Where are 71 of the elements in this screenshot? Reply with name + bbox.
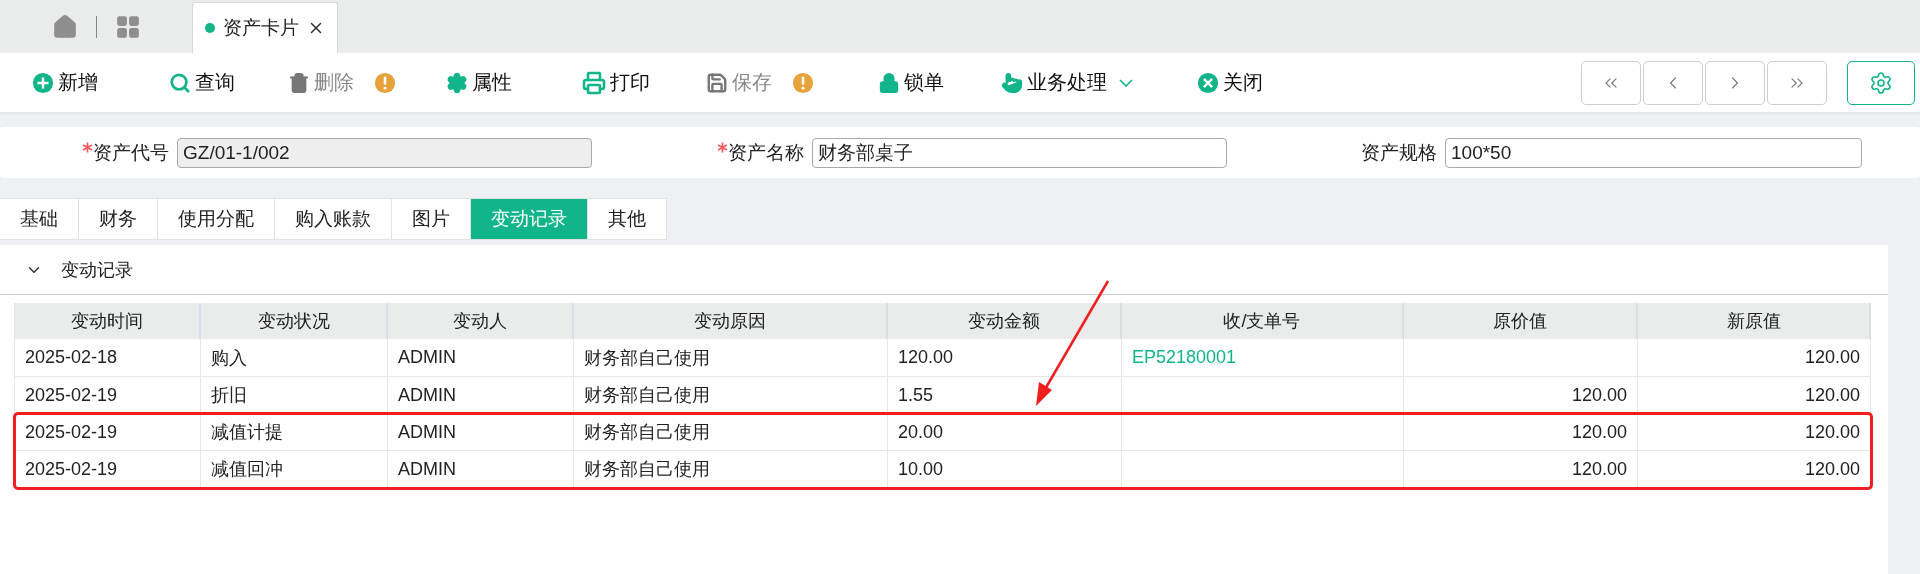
table-cell: 10.00 <box>888 451 1122 488</box>
status-dot <box>205 23 215 33</box>
table-cell: 2025-02-19 <box>15 377 201 414</box>
table-cell: 120.00 <box>1638 451 1871 488</box>
text-field[interactable]: GZ/01-1/002 <box>177 137 592 168</box>
table-cell: 120.00 <box>1638 377 1871 414</box>
column-header: 变动金额 <box>888 303 1122 339</box>
props-button[interactable]: 属性 <box>444 65 514 100</box>
tab[interactable]: 购入账款 <box>274 198 392 240</box>
column-header: 原价值 <box>1404 303 1638 339</box>
save-icon <box>706 71 728 94</box>
table-cell: 财务部自己使用 <box>574 414 888 451</box>
table-cell: 财务部自己使用 <box>574 339 888 377</box>
table-cell: 120.00 <box>1404 451 1638 488</box>
lock-button[interactable]: 锁单 <box>876 65 946 100</box>
previous-button[interactable] <box>1643 60 1703 105</box>
search-button[interactable]: 查询 <box>167 65 237 100</box>
add-button[interactable]: 新增 <box>30 65 100 100</box>
table-cell: 购入 <box>201 339 388 377</box>
tab[interactable]: 基础 <box>0 198 79 240</box>
page-tab[interactable]: 资产卡片 <box>192 2 338 53</box>
text-field[interactable]: 财务部桌子 <box>812 137 1227 168</box>
printer-icon <box>582 70 606 95</box>
table-cell: 财务部自己使用 <box>574 377 888 414</box>
tab[interactable]: 财务 <box>78 198 158 240</box>
plus-circle-icon <box>32 71 54 94</box>
table-cell: 减值回冲 <box>201 451 388 488</box>
section-title: 变动记录 <box>61 258 133 282</box>
table-cell: 20.00 <box>888 414 1122 451</box>
home-icon <box>52 13 78 40</box>
tab[interactable]: 其他 <box>587 198 667 240</box>
table-cell: 120.00 <box>1638 414 1871 451</box>
table-cell: 2025-02-19 <box>15 414 201 451</box>
hand-pointer-icon <box>1001 71 1023 94</box>
table-cell: 财务部自己使用 <box>574 451 888 488</box>
table-cell: 减值计提 <box>201 414 388 451</box>
first-page-button[interactable] <box>1581 60 1641 105</box>
text-field[interactable]: 100*50 <box>1445 137 1862 168</box>
close-icon <box>1197 71 1219 94</box>
table-cell: 2025-02-19 <box>15 451 201 488</box>
settings-button[interactable] <box>1847 60 1915 105</box>
table-cell: ADMIN <box>388 377 574 414</box>
table-cell: ADMIN <box>388 451 574 488</box>
field-label: 资产名称 <box>728 140 804 165</box>
column-header: 新原值 <box>1638 303 1871 339</box>
column-header: 变动人 <box>388 303 574 339</box>
close-button[interactable]: 关闭 <box>1195 65 1265 100</box>
grid-icon <box>115 13 141 40</box>
print-button[interactable]: 打印 <box>580 65 652 100</box>
table-cell: 120.00 <box>1404 414 1638 451</box>
column-header: 变动状况 <box>201 303 388 339</box>
table-cell: ADMIN <box>388 339 574 377</box>
search-icon <box>169 71 191 94</box>
column-header: 变动时间 <box>15 303 201 339</box>
table-cell: ADMIN <box>388 414 574 451</box>
next-button[interactable] <box>1705 60 1765 105</box>
field-label: 资产规格 <box>1361 140 1437 165</box>
table-cell: 折旧 <box>201 377 388 414</box>
field-label: 资产代号 <box>93 140 169 165</box>
trash-icon <box>288 71 310 94</box>
table-cell: 2025-02-18 <box>15 339 201 377</box>
table-cell: 120.00 <box>1638 339 1871 377</box>
table-cell: 120.00 <box>888 339 1122 377</box>
tab[interactable]: 图片 <box>391 198 471 240</box>
lock-icon <box>878 71 900 94</box>
table-cell: 120.00 <box>1404 377 1638 414</box>
tab[interactable]: 使用分配 <box>157 198 275 240</box>
last-page-button[interactable] <box>1767 60 1827 105</box>
column-header: 收/支单号 <box>1122 303 1404 339</box>
column-header: 变动原因 <box>574 303 888 339</box>
process-button[interactable]: 业务处理 <box>999 65 1135 100</box>
